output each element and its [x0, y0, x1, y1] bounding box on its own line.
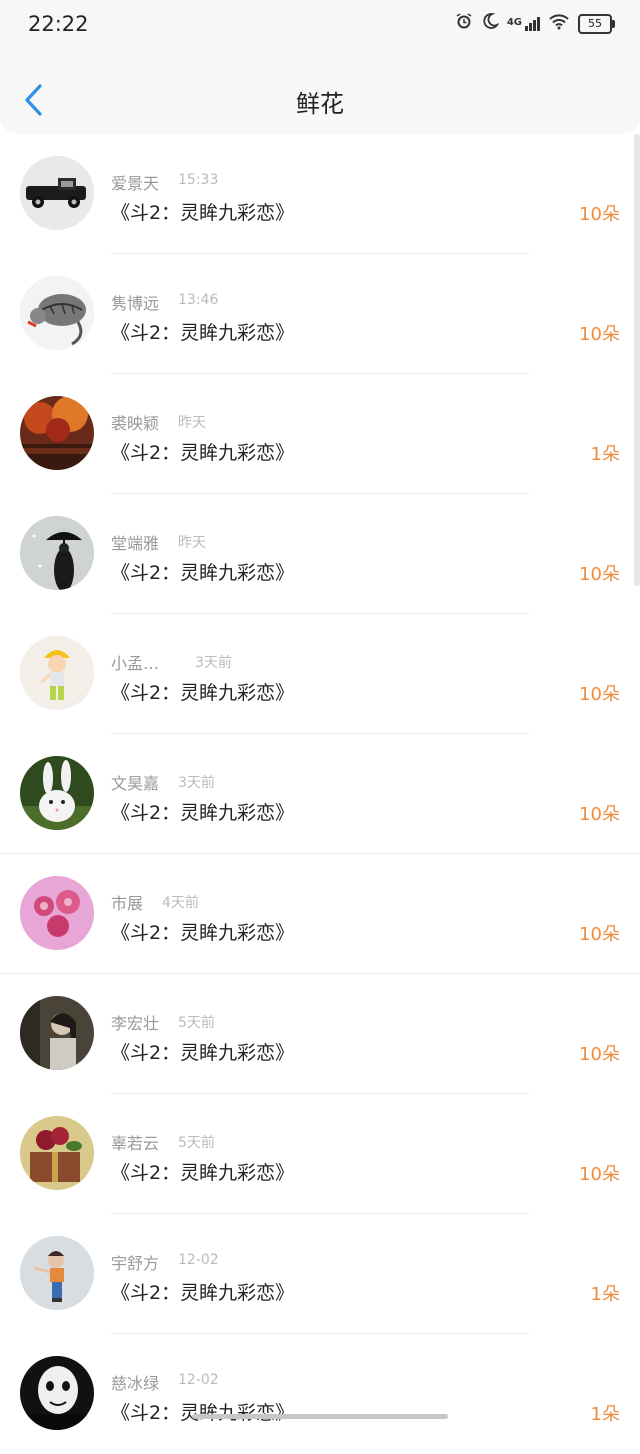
book-title: 《斗2：灵眸九彩恋》 — [111, 1162, 295, 1184]
list-item[interactable]: 爱景天 15:33 《斗2：灵眸九彩恋》 10朵 — [0, 134, 640, 254]
status-bar: 22:22 4G 55 — [0, 0, 640, 52]
user-name: 文昊嘉 — [111, 774, 160, 793]
avatar[interactable] — [20, 1236, 94, 1310]
avatar[interactable] — [20, 516, 94, 590]
time-label: 3天前 — [178, 775, 215, 791]
wifi-icon — [548, 12, 570, 35]
time-label: 15:33 — [178, 172, 219, 188]
user-name: 裘映颖 — [111, 414, 160, 433]
nav-bar: 鲜花 — [0, 52, 640, 134]
list-item[interactable]: 裘映颖 昨天 《斗2：灵眸九彩恋》 1朵 — [0, 374, 640, 494]
avatar[interactable] — [20, 756, 94, 830]
avatar[interactable] — [20, 996, 94, 1070]
time-label: 12-02 — [178, 1372, 219, 1388]
user-name: 隽博远 — [111, 294, 160, 313]
avatar[interactable] — [20, 1356, 94, 1430]
user-name: 宇舒方 — [111, 1254, 160, 1273]
page-title: 鲜花 — [296, 90, 344, 118]
avatar[interactable] — [20, 1116, 94, 1190]
list-item[interactable]: 慈冰绿 12-02 《斗2：灵眸九彩恋》 1朵 — [0, 1334, 640, 1454]
book-title: 《斗2：灵眸九彩恋》 — [111, 202, 295, 224]
book-title: 《斗2：灵眸九彩恋》 — [111, 442, 295, 464]
user-name: 慈冰绿 — [111, 1374, 160, 1393]
user-name: 堂端雅 — [111, 534, 160, 553]
flower-count: 1朵 — [590, 1284, 620, 1305]
avatar[interactable] — [20, 276, 94, 350]
avatar[interactable] — [20, 396, 94, 470]
avatar[interactable] — [20, 876, 94, 950]
flower-list: 爱景天 15:33 《斗2：灵眸九彩恋》 10朵 隽博远 13:46 《斗2：灵… — [0, 134, 640, 1454]
list-item[interactable]: 宇舒方 12-02 《斗2：灵眸九彩恋》 1朵 — [0, 1214, 640, 1334]
book-title: 《斗2：灵眸九彩恋》 — [111, 1282, 295, 1304]
user-name: 小孟… — [111, 654, 160, 673]
flower-count: 10朵 — [579, 684, 620, 705]
book-title: 《斗2：灵眸九彩恋》 — [111, 562, 295, 584]
avatar[interactable] — [20, 156, 94, 230]
user-name: 辜若云 — [111, 1134, 160, 1153]
book-title: 《斗2：灵眸九彩恋》 — [111, 1042, 295, 1064]
list-item[interactable]: 辜若云 5天前 《斗2：灵眸九彩恋》 10朵 — [0, 1094, 640, 1214]
time-label: 昨天 — [178, 535, 206, 551]
user-name: 爱景天 — [111, 174, 160, 193]
alarm-icon — [455, 12, 473, 35]
network-type: 4G — [506, 16, 522, 28]
user-name: 市展 — [111, 894, 144, 913]
list-item[interactable]: 市展 4天前 《斗2：灵眸九彩恋》 10朵 — [0, 854, 640, 974]
book-title: 《斗2：灵眸九彩恋》 — [111, 322, 295, 344]
time-label: 13:46 — [178, 292, 219, 308]
avatar[interactable] — [20, 636, 94, 710]
status-icons: 4G 55 — [455, 12, 615, 35]
battery-icon: 55 — [578, 13, 615, 34]
flower-count: 1朵 — [590, 1404, 620, 1425]
time-label: 5天前 — [178, 1135, 215, 1151]
book-title: 《斗2：灵眸九彩恋》 — [111, 682, 295, 704]
cellular-signal-icon: 4G — [506, 16, 540, 31]
flower-count: 1朵 — [590, 444, 620, 465]
flower-count: 10朵 — [579, 1164, 620, 1185]
flower-count: 10朵 — [579, 804, 620, 825]
time-label: 5天前 — [178, 1015, 215, 1031]
list-item[interactable]: 堂端雅 昨天 《斗2：灵眸九彩恋》 10朵 — [0, 494, 640, 614]
book-title: 《斗2：灵眸九彩恋》 — [111, 802, 295, 824]
book-title: 《斗2：灵眸九彩恋》 — [111, 1402, 295, 1424]
flower-count: 10朵 — [579, 924, 620, 945]
time-label: 3天前 — [195, 655, 232, 671]
time-label: 12-02 — [178, 1252, 219, 1268]
time-label: 4天前 — [162, 895, 199, 911]
list-item[interactable]: 小孟… 3天前 《斗2：灵眸九彩恋》 10朵 — [0, 614, 640, 734]
flower-count: 10朵 — [579, 324, 620, 345]
flower-count: 10朵 — [579, 1044, 620, 1065]
book-title: 《斗2：灵眸九彩恋》 — [111, 922, 295, 944]
home-indicator[interactable] — [192, 1414, 448, 1419]
time-label: 昨天 — [178, 415, 206, 431]
list-item[interactable]: 李宏壮 5天前 《斗2：灵眸九彩恋》 10朵 — [0, 974, 640, 1094]
user-name: 李宏壮 — [111, 1014, 160, 1033]
flower-count: 10朵 — [579, 564, 620, 585]
list-item[interactable]: 隽博远 13:46 《斗2：灵眸九彩恋》 10朵 — [0, 254, 640, 374]
flower-count: 10朵 — [579, 204, 620, 225]
list-item[interactable]: 文昊嘉 3天前 《斗2：灵眸九彩恋》 10朵 — [0, 734, 640, 854]
moon-icon — [481, 12, 500, 35]
status-time: 22:22 — [28, 12, 89, 36]
